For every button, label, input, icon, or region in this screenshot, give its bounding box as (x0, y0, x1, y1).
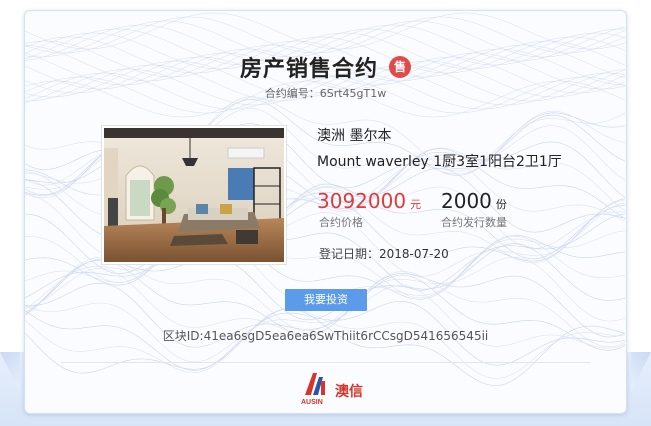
contract-number-label: 合约编号： (264, 87, 320, 100)
price-unit: 元 (410, 198, 422, 211)
footer-divider (61, 362, 590, 363)
shares-block: 2000 份 (441, 189, 507, 213)
brand-logo: AUSIN 澳信 (301, 371, 381, 407)
contract-number: 合约编号：6Srt45gT1w (25, 85, 626, 101)
registration-value: 2018-07-20 (379, 247, 449, 261)
shares-label: 合约发行数量 (441, 216, 507, 229)
title-row: 房产销售合约 售 (25, 51, 626, 83)
shares-unit: 份 (495, 198, 507, 211)
registration-label: 登记日期： (319, 247, 380, 261)
block-id-value: 41ea6sgD5ea6ea6SwThiit6rCCsgD541656545ii (203, 329, 489, 343)
invest-button[interactable]: 我要投资 (285, 289, 367, 311)
brand-name: 澳信 (335, 384, 363, 400)
property-location: 澳洲 墨尔本 (317, 128, 392, 144)
price-label: 合约价格 (319, 216, 363, 229)
block-id-label: 区块ID: (162, 329, 204, 343)
apartment-photo-icon (104, 128, 284, 262)
block-id: 区块ID:41ea6sgD5ea6ea6SwThiit6rCCsgD541656… (25, 327, 626, 344)
contract-card: 房产销售合约 售 合约编号：6Srt45gT1w 澳洲 墨尔本 Mount wa… (24, 10, 627, 414)
property-name: Mount waverley 1厨3室1阳台2卫1厅 (317, 154, 562, 170)
ausin-logo-icon: AUSIN (301, 373, 325, 406)
shares-value: 2000 (441, 189, 492, 213)
registration-date: 登记日期：2018-07-20 (319, 245, 449, 262)
sell-badge: 售 (389, 56, 412, 78)
property-photo (101, 125, 287, 265)
page-title: 房产销售合约 (239, 56, 378, 82)
logo-small-text: AUSIN (301, 399, 323, 406)
contract-number-value: 6Srt45gT1w (319, 87, 387, 100)
price-value: 3092000 (317, 189, 407, 213)
price-block: 3092000 元 (317, 189, 421, 213)
